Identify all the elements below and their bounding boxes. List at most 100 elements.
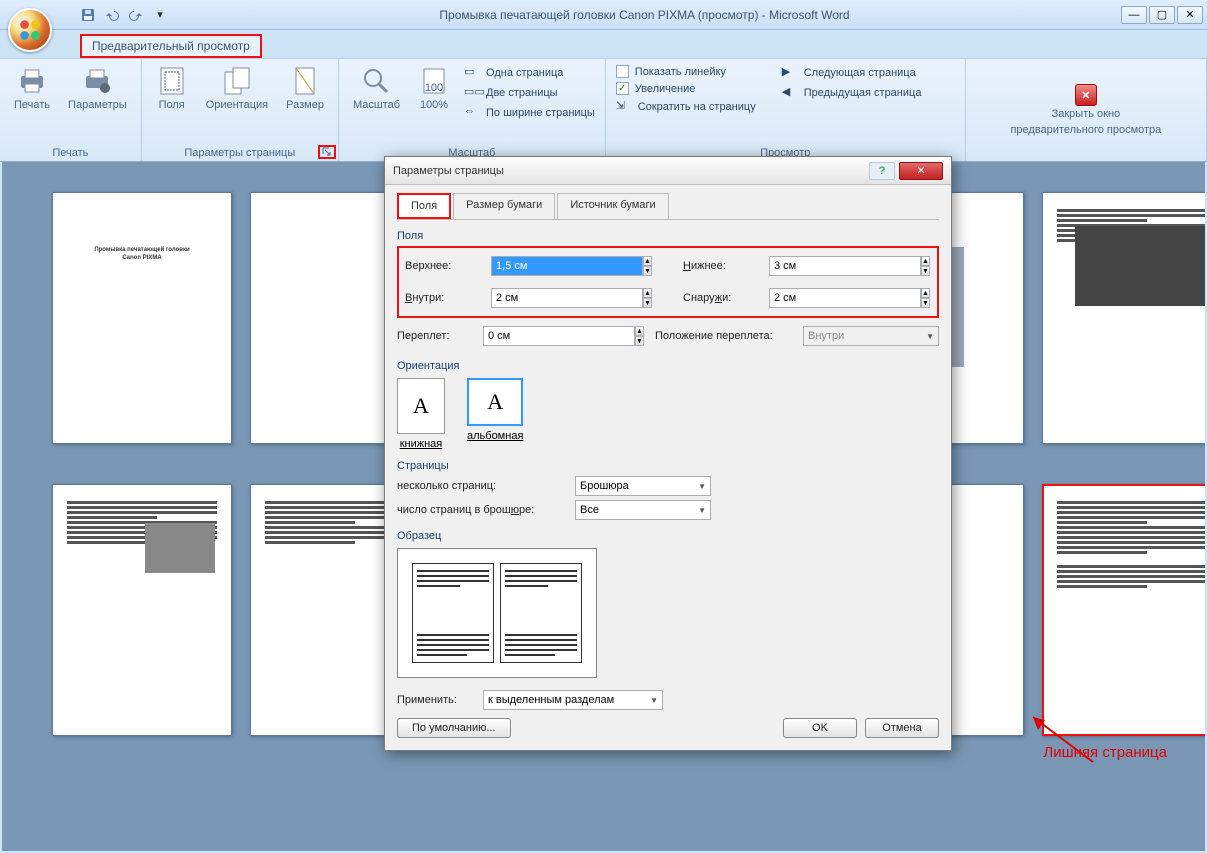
spin-down[interactable]: ▼ <box>921 298 930 308</box>
inside-margin-label: Внутри: <box>405 292 483 304</box>
print-button[interactable]: Печать <box>10 63 54 115</box>
spin-up[interactable]: ▲ <box>921 288 930 298</box>
gutter-position-select: Внутри▼ <box>803 326 939 346</box>
zoom-100-button[interactable]: 100 100% <box>414 63 454 115</box>
sheets-per-booklet-select[interactable]: Все▼ <box>575 500 711 520</box>
page-thumbnail[interactable] <box>1042 192 1205 444</box>
ribbon: Печать Параметры Печать Поля Ориентация … <box>0 58 1207 162</box>
two-pages-button[interactable]: ▭▭Две страницы <box>464 85 595 101</box>
margins-icon <box>156 65 188 97</box>
zoom-button[interactable]: Масштаб <box>349 63 404 115</box>
size-button[interactable]: Размер <box>282 63 328 115</box>
dialog-help-button[interactable]: ? <box>869 162 895 180</box>
landscape-option[interactable]: Aальбомная <box>467 378 523 450</box>
two-pages-icon: ▭▭ <box>464 85 480 101</box>
ribbon-group-print: Печать Параметры Печать <box>0 59 142 161</box>
cancel-button[interactable]: Отмена <box>865 718 939 738</box>
multiple-pages-select[interactable]: Брошюра▼ <box>575 476 711 496</box>
gutter-label: Переплет: <box>397 330 475 342</box>
magnifier-checkbox[interactable]: ✓Увеличение <box>616 82 756 95</box>
spin-down[interactable]: ▼ <box>921 266 930 276</box>
print-options-button[interactable]: Параметры <box>64 63 131 115</box>
top-margin-label: Верхнее: <box>405 260 483 272</box>
shrink-to-fit-button[interactable]: ⇲Сократить на страницу <box>616 99 756 115</box>
checkbox-checked-icon: ✓ <box>616 82 629 95</box>
default-button[interactable]: По умолчанию... <box>397 718 511 738</box>
ribbon-group-close: ✕ Закрыть окно предварительного просмотр… <box>966 59 1207 161</box>
one-page-icon: ▭ <box>464 65 480 81</box>
spin-up[interactable]: ▲ <box>635 326 644 336</box>
tab-paper-source[interactable]: Источник бумаги <box>557 193 668 219</box>
gutter-input[interactable] <box>483 326 635 346</box>
magnifier-icon <box>360 65 392 97</box>
qat-more-icon[interactable]: ▾ <box>152 7 168 23</box>
undo-icon[interactable] <box>104 7 120 23</box>
sample-preview <box>397 548 597 678</box>
dialog-titlebar: Параметры страницы ? ✕ <box>385 157 951 185</box>
spin-down[interactable]: ▼ <box>643 298 652 308</box>
window-title: Промывка печатающей головки Canon PIXMA … <box>168 8 1121 22</box>
spin-up[interactable]: ▲ <box>643 256 652 266</box>
dialog-tabs: Поля Размер бумаги Источник бумаги <box>397 193 939 220</box>
prev-page-button[interactable]: ◀Предыдущая страница <box>782 85 922 101</box>
close-icon: ✕ <box>1075 84 1097 106</box>
margins-button[interactable]: Поля <box>152 63 192 115</box>
page-size-icon <box>289 65 321 97</box>
page-100-icon: 100 <box>418 65 450 97</box>
sheets-per-booklet-label: число страниц в брошюре: <box>397 504 567 516</box>
show-ruler-checkbox[interactable]: Показать линейку <box>616 65 756 78</box>
tab-print-preview[interactable]: Предварительный просмотр <box>80 34 262 58</box>
orientation-icon <box>221 65 253 97</box>
top-margin-input[interactable] <box>491 256 643 276</box>
ribbon-group-preview: Показать линейку ✓Увеличение ⇲Сократить … <box>606 59 966 161</box>
redo-icon[interactable] <box>128 7 144 23</box>
tab-margins[interactable]: Поля <box>397 193 451 219</box>
page-width-button[interactable]: ⇔По ширине страницы <box>464 105 595 121</box>
next-page-icon: ▶ <box>782 65 798 81</box>
spin-up[interactable]: ▲ <box>643 288 652 298</box>
shrink-icon: ⇲ <box>616 99 632 115</box>
orientation-button[interactable]: Ориентация <box>202 63 272 115</box>
maximize-button[interactable]: ▢ <box>1149 6 1175 24</box>
page-setup-dialog-launcher[interactable] <box>318 145 336 159</box>
printer-gear-icon <box>81 65 113 97</box>
inside-margin-input[interactable] <box>491 288 643 308</box>
dialog-close-button[interactable]: ✕ <box>899 162 943 180</box>
apply-to-select[interactable]: к выделенным разделам▼ <box>483 690 663 710</box>
outside-margin-label: Снаружи: <box>683 292 761 304</box>
orientation-header: Ориентация <box>397 360 939 372</box>
portrait-option[interactable]: Aкнижная <box>397 378 445 450</box>
page-width-icon: ⇔ <box>464 105 480 121</box>
close-preview-button[interactable]: ✕ Закрыть окно предварительного просмотр… <box>1006 82 1165 140</box>
multiple-pages-label: несколько страниц: <box>397 480 567 492</box>
spin-down[interactable]: ▼ <box>635 336 644 346</box>
page-thumbnail-extra[interactable] <box>1042 484 1205 736</box>
prev-page-icon: ◀ <box>782 85 798 101</box>
minimize-button[interactable]: — <box>1121 6 1147 24</box>
sample-header: Образец <box>397 530 939 542</box>
page-setup-dialog: Параметры страницы ? ✕ Поля Размер бумаг… <box>384 156 952 751</box>
titlebar: ▾ Промывка печатающей головки Canon PIXM… <box>0 0 1207 30</box>
apply-to-label: Применить: <box>397 694 475 706</box>
printer-icon <box>16 65 48 97</box>
spin-up[interactable]: ▲ <box>921 256 930 266</box>
page-thumbnail[interactable] <box>52 484 232 736</box>
ribbon-group-page-setup: Поля Ориентация Размер Параметры страниц… <box>142 59 339 161</box>
office-button[interactable] <box>8 8 52 52</box>
bottom-margin-input[interactable] <box>769 256 921 276</box>
outside-margin-input[interactable] <box>769 288 921 308</box>
spin-down[interactable]: ▼ <box>643 266 652 276</box>
gutter-pos-label: Положение переплета: <box>655 330 795 342</box>
next-page-button[interactable]: ▶Следующая страница <box>782 65 922 81</box>
close-window-button[interactable]: ✕ <box>1177 6 1203 24</box>
pages-header: Страницы <box>397 460 939 472</box>
page-thumbnail[interactable]: Промывка печатающей головкиCanon PIXMA <box>52 192 232 444</box>
margins-header: Поля <box>397 230 939 242</box>
svg-text:100: 100 <box>425 82 443 94</box>
annotation-extra-page: Лишняя страница <box>1043 744 1167 761</box>
ok-button[interactable]: OK <box>783 718 857 738</box>
dialog-title: Параметры страницы <box>393 165 504 177</box>
ribbon-group-zoom: Масштаб 100 100% ▭Одна страница ▭▭Две ст… <box>339 59 606 161</box>
tab-paper-size[interactable]: Размер бумаги <box>453 193 555 219</box>
one-page-button[interactable]: ▭Одна страница <box>464 65 595 81</box>
